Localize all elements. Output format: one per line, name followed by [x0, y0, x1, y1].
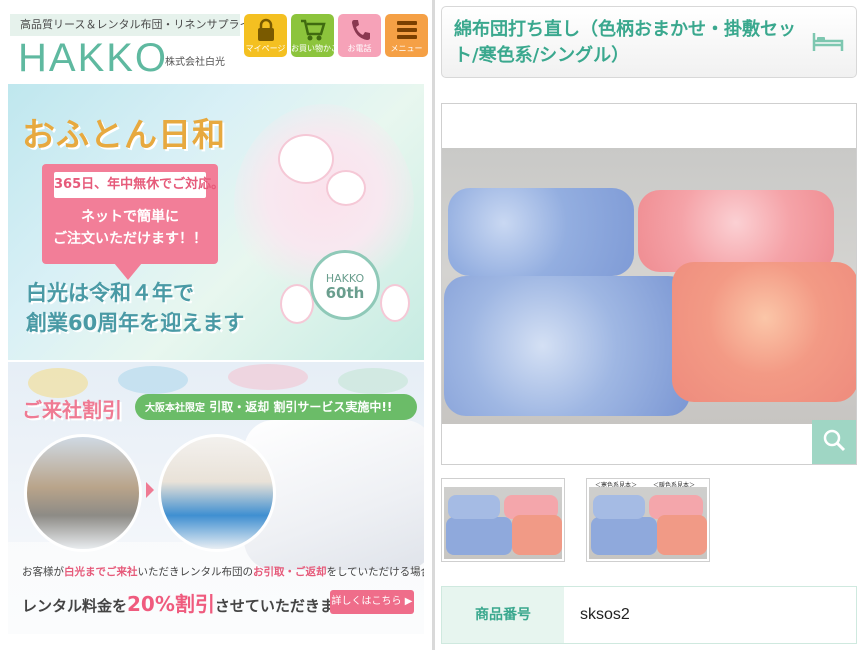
decorative-dot	[228, 364, 308, 390]
bed-icon	[812, 31, 844, 53]
zoom-button[interactable]	[812, 420, 856, 464]
product-number-value: sksos2	[580, 606, 630, 623]
product-number-label: 商品番号	[442, 587, 564, 643]
product-thumbnail[interactable]: ＜寒色系見本＞ ＜暖色系見本＞	[586, 478, 710, 562]
order-callout: 365日、年中無休でご対応。 ネットで簡単に ご注文いただけます！！	[42, 164, 224, 280]
blue-futon	[591, 517, 657, 555]
product-thumbnail[interactable]	[441, 478, 565, 562]
60th-anniversary-badge: HAKKO 60th	[310, 250, 380, 320]
site-header: 高品質リース＆レンタル布団・リネンサプライ HAKKO 株式会社白光 マイページ…	[8, 8, 428, 84]
order-text: ネットで簡単に ご注文いただけます！！	[42, 206, 218, 250]
site-tagline: 高品質リース＆レンタル布団・リネンサプライ	[10, 14, 250, 36]
pink-futon	[638, 190, 834, 272]
desc-highlight: 白光までご来社	[64, 566, 138, 578]
pink-futon	[512, 515, 562, 555]
ofuton-biyori-banner[interactable]: おふとん日和 365日、年中無休でご対応。 ネットで簡単に ご注文いただけます！…	[8, 84, 424, 360]
blue-futon	[593, 495, 645, 519]
visit-description: お客様が白光までご来社いただきレンタル布団のお引取・ご返却をしていただける場合、	[22, 564, 424, 579]
pink-futon	[672, 262, 856, 402]
reception-staff-photo	[158, 434, 276, 552]
desc-part: をしていただける場合、	[326, 566, 425, 578]
futon-photo	[442, 148, 856, 424]
arrow-right-icon	[146, 482, 154, 498]
visit-discount-title: ご来社割引	[22, 398, 122, 422]
search-icon	[822, 428, 846, 456]
blue-futon	[446, 517, 512, 555]
left-pane: 高品質リース＆レンタル布団・リネンサプライ HAKKO 株式会社白光 マイページ…	[0, 0, 432, 650]
blue-futon	[448, 495, 500, 519]
details-button[interactable]: 詳しくはこちら ▶	[330, 590, 414, 614]
menu-label: メニュー	[390, 44, 423, 53]
pink-futon	[657, 515, 707, 555]
badge-60th: 60th	[325, 284, 365, 302]
banner-title: おふとん日和	[22, 115, 226, 154]
desc-part: お客様が	[22, 566, 64, 578]
product-main-image[interactable]	[441, 103, 857, 465]
mascot-character	[326, 170, 366, 206]
anniversary-message: 白光は令和４年で 創業60周年を迎えます	[26, 278, 244, 338]
details-button-label: 詳しくはこちら	[331, 596, 402, 607]
product-title: 綿布団打ち直し（色柄おまかせ・掛敷セット/寒色系/シングル）	[454, 19, 796, 66]
menu-icon	[385, 14, 428, 44]
order-line-2: ご注文いただけます！！	[53, 231, 207, 247]
visit-discount-banner[interactable]: ご来社割引 大阪本社限定 引取・返却 割引サービス実施中!! お客様が白光までご…	[8, 362, 424, 634]
offer-part: レンタル料金を	[22, 597, 128, 615]
decorative-dot	[338, 368, 408, 394]
osaka-limited-pill: 大阪本社限定 引取・返却 割引サービス実施中!!	[135, 394, 417, 420]
anniversary-line-1: 白光は令和４年で	[26, 281, 194, 305]
thumbnail-photo	[444, 487, 562, 559]
pickup-return-label: 引取・返却 割引サービス実施中!!	[209, 400, 393, 414]
order-line-1: ネットで簡単に	[81, 209, 179, 225]
decorative-dot	[118, 366, 188, 394]
blue-futon	[444, 276, 690, 416]
thumbnail-photo	[589, 487, 707, 559]
open-365-tag: 365日、年中無休でご対応。	[54, 172, 224, 198]
mascot-character	[278, 134, 334, 184]
menu-button[interactable]: メニュー	[385, 14, 428, 57]
mascot-character	[280, 284, 314, 324]
phone-button[interactable]: お電話	[338, 14, 381, 57]
cart-label: お買い物かご	[291, 44, 339, 53]
lock-icon	[244, 14, 287, 44]
product-title-box: 綿布団打ち直し（色柄おまかせ・掛敷セット/寒色系/シングル）	[441, 6, 857, 78]
mascot-character	[380, 284, 410, 322]
desc-part: いただきレンタル布団の	[137, 566, 254, 578]
phone-label: お電話	[347, 44, 372, 53]
phone-icon	[338, 14, 381, 44]
desc-highlight: お引取・ご返却	[253, 566, 327, 578]
mypage-label: マイページ	[245, 44, 286, 53]
discount-percentage: 20%割引	[127, 592, 215, 616]
blue-futon	[448, 188, 634, 276]
company-name: 株式会社白光	[165, 57, 225, 68]
cart-icon	[291, 14, 334, 44]
chevron-right-icon: ▶	[404, 596, 413, 607]
anniversary-line-2: 創業60周年を迎えます	[26, 311, 245, 335]
mypage-button[interactable]: マイページ	[244, 14, 287, 57]
right-pane: 綿布団打ち直し（色柄おまかせ・掛敷セット/寒色系/シングル） ＜寒色系見本＞ ＜…	[435, 0, 866, 650]
office-building-photo	[24, 434, 142, 552]
hakko-logo[interactable]: HAKKO	[18, 36, 168, 80]
osaka-limited-label: 大阪本社限定	[145, 403, 205, 414]
product-number-row: 商品番号 sksos2	[441, 586, 857, 644]
cart-button[interactable]: お買い物かご	[291, 14, 339, 57]
discount-offer: レンタル料金を20%割引させていただきます。	[22, 588, 363, 617]
